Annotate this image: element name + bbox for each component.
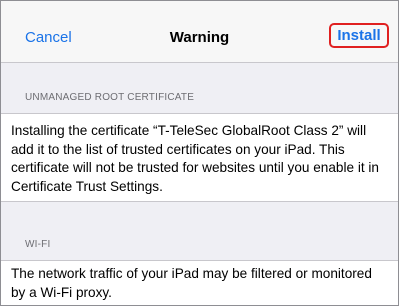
section-header-wifi: WI-FI [25,239,51,250]
warning-sheet: Cancel Warning Install UNMANAGED ROOT CE… [0,0,399,306]
install-button[interactable]: Install [329,23,389,48]
section-root-certificate: Installing the certificate “T-TeleSec Gl… [1,113,398,202]
root-certificate-message: Installing the certificate “T-TeleSec Gl… [11,123,379,194]
section-wifi: The network traffic of your iPad may be … [1,260,398,305]
wifi-message: The network traffic of your iPad may be … [11,266,372,300]
section-header-root-certificate: UNMANAGED ROOT CERTIFICATE [25,92,195,103]
navigation-bar: Cancel Warning Install [1,1,398,63]
cancel-button[interactable]: Cancel [25,29,72,47]
